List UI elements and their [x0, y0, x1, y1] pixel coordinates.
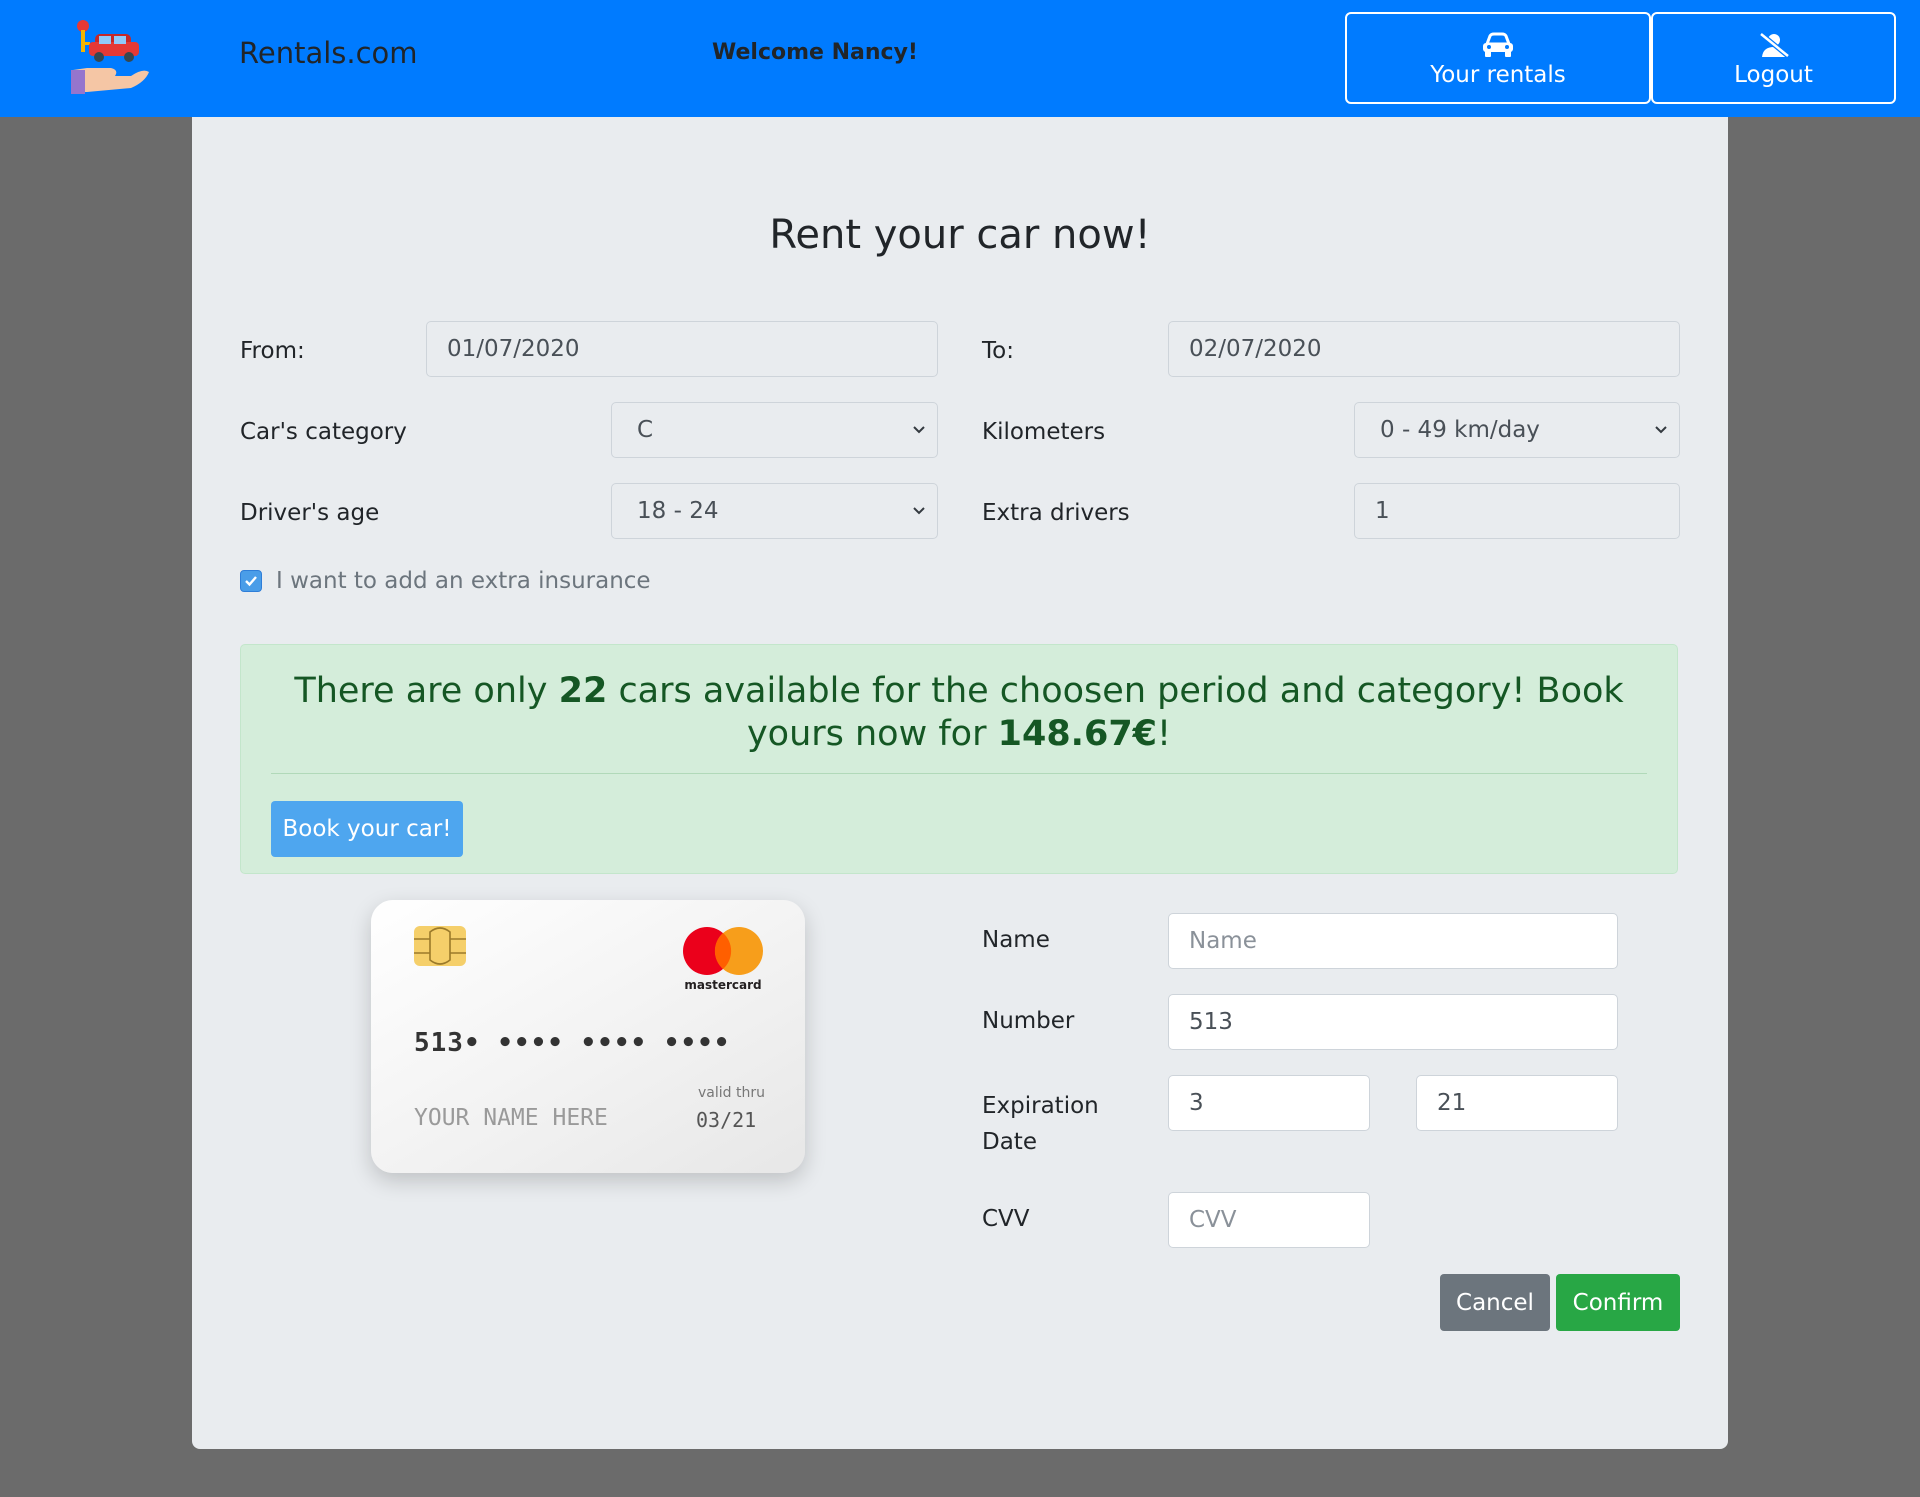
card-name-label: Name	[982, 927, 1050, 953]
category-value: C	[637, 417, 654, 443]
from-date-value: 01/07/2020	[447, 336, 580, 362]
chevron-down-icon	[1655, 426, 1667, 434]
page-title: Rent your car now!	[769, 212, 1151, 258]
availability-alert: There are only 22 cars available for the…	[240, 644, 1678, 874]
logout-label: Logout	[1734, 62, 1813, 88]
category-label: Car's category	[240, 419, 407, 445]
card-number-value: 513	[1189, 1009, 1233, 1035]
age-label: Driver's age	[240, 500, 380, 526]
age-select[interactable]: 18 - 24	[611, 483, 938, 539]
age-value: 18 - 24	[637, 498, 719, 524]
card-brand: mastercard	[684, 978, 762, 992]
to-date-input[interactable]: 02/07/2020	[1168, 321, 1680, 377]
availability-message: There are only 22 cars available for the…	[294, 671, 1624, 754]
extra-drivers-value: 1	[1375, 498, 1390, 524]
valid-thru-label: valid thru	[698, 1085, 765, 1101]
category-select[interactable]: C	[611, 402, 938, 458]
insurance-label[interactable]: I want to add an extra insurance	[276, 568, 651, 594]
logout-button[interactable]: Logout	[1651, 12, 1896, 104]
check-icon	[245, 576, 257, 587]
card-number-label: Number	[982, 1008, 1075, 1034]
car-icon	[1481, 32, 1515, 58]
card-number-input[interactable]: 513	[1168, 994, 1618, 1050]
exp-month-input[interactable]: 3	[1168, 1075, 1370, 1131]
card-number-display: 513• •••• •••• ••••	[414, 1028, 731, 1058]
from-label: From:	[240, 338, 305, 364]
credit-card-preview: mastercard 513• •••• •••• •••• valid thr…	[371, 900, 805, 1173]
brand-name[interactable]: Rentals.com	[239, 36, 418, 70]
kilometers-value: 0 - 49 km/day	[1380, 417, 1540, 443]
card-name-input[interactable]: Name	[1168, 913, 1618, 969]
insurance-checkbox[interactable]	[240, 570, 262, 592]
user-slash-icon	[1757, 32, 1791, 58]
extra-drivers-input[interactable]: 1	[1354, 483, 1680, 539]
exp-year-value: 21	[1437, 1090, 1467, 1116]
card-expiry-display: 03/21	[696, 1108, 757, 1132]
logo-icon[interactable]	[71, 20, 151, 98]
chevron-down-icon	[913, 507, 925, 515]
exp-year-input[interactable]: 21	[1416, 1075, 1618, 1131]
from-date-input[interactable]: 01/07/2020	[426, 321, 938, 377]
cancel-button[interactable]: Cancel	[1440, 1274, 1550, 1331]
card-name-placeholder: Name	[1189, 928, 1257, 954]
kilometers-select[interactable]: 0 - 49 km/day	[1354, 402, 1680, 458]
your-rentals-label: Your rentals	[1430, 62, 1566, 88]
available-count: 22	[558, 671, 608, 711]
card-holder-display: YOUR NAME HERE	[414, 1105, 608, 1131]
extra-drivers-label: Extra drivers	[982, 500, 1130, 526]
rental-panel: Rent your car now! From: 01/07/2020 To: …	[192, 117, 1728, 1449]
chevron-down-icon	[913, 426, 925, 434]
your-rentals-button[interactable]: Your rentals	[1345, 12, 1651, 104]
welcome-message: Welcome Nancy!	[712, 40, 918, 65]
cvv-placeholder: CVV	[1189, 1207, 1237, 1233]
cvv-label: CVV	[982, 1206, 1030, 1232]
cvv-input[interactable]: CVV	[1168, 1192, 1370, 1248]
exp-month-value: 3	[1189, 1090, 1204, 1116]
kilometers-label: Kilometers	[982, 419, 1106, 445]
divider	[271, 773, 1647, 774]
book-car-button[interactable]: Book your car!	[271, 801, 463, 857]
confirm-button[interactable]: Confirm	[1556, 1274, 1680, 1331]
card-chip-icon	[414, 926, 466, 966]
navbar: Rentals.com Welcome Nancy! Your rentals …	[0, 0, 1920, 117]
expiration-label: Expiration Date	[982, 1093, 1099, 1155]
to-date-value: 02/07/2020	[1189, 336, 1322, 362]
price-value: 148.67€	[997, 714, 1158, 754]
to-label: To:	[982, 338, 1014, 364]
